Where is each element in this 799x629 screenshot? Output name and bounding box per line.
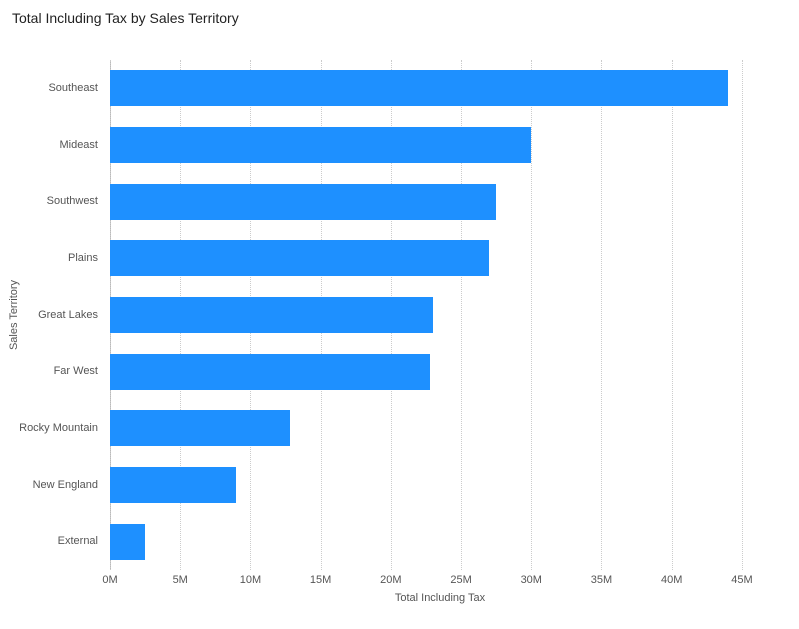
y-tick-label: Southeast (0, 60, 104, 117)
bar[interactable] (110, 467, 236, 503)
x-tick-label: 40M (661, 574, 682, 586)
bar-row (110, 343, 770, 400)
bar-row (110, 60, 770, 117)
bar[interactable] (110, 240, 489, 276)
x-tick-label: 30M (521, 574, 542, 586)
y-tick-label: New England (0, 457, 104, 514)
x-tick-label: 5M (173, 574, 188, 586)
bar[interactable] (110, 354, 430, 390)
bar[interactable] (110, 524, 145, 560)
y-tick-label: Far West (0, 343, 104, 400)
x-axis-title: Total Including Tax (110, 592, 770, 604)
bar-row (110, 457, 770, 514)
y-tick-label: Mideast (0, 117, 104, 174)
y-tick-label: Southwest (0, 173, 104, 230)
x-tick-label: 45M (731, 574, 752, 586)
x-tick-label: 25M (450, 574, 471, 586)
bar[interactable] (110, 184, 496, 220)
y-tick-label: Great Lakes (0, 287, 104, 344)
x-axis-ticks: 0M5M10M15M20M25M30M35M40M45M (110, 570, 770, 590)
bar-row (110, 230, 770, 287)
bar-row (110, 173, 770, 230)
y-tick-label: Rocky Mountain (0, 400, 104, 457)
chart-title: Total Including Tax by Sales Territory (0, 0, 799, 26)
bar-row (110, 287, 770, 344)
plot-area (110, 60, 770, 570)
y-tick-label: Plains (0, 230, 104, 287)
x-tick-label: 35M (591, 574, 612, 586)
x-tick-label: 20M (380, 574, 401, 586)
bars-layer (110, 60, 770, 570)
x-tick-label: 10M (240, 574, 261, 586)
bar-row (110, 513, 770, 570)
bar[interactable] (110, 127, 531, 163)
bar[interactable] (110, 297, 433, 333)
bar[interactable] (110, 410, 290, 446)
x-tick-label: 0M (102, 574, 117, 586)
y-tick-label: External (0, 513, 104, 570)
bar-row (110, 400, 770, 457)
x-tick-label: 15M (310, 574, 331, 586)
y-axis-labels: SoutheastMideastSouthwestPlainsGreat Lak… (0, 60, 104, 570)
chart-container: Sales Territory SoutheastMideastSouthwes… (0, 40, 799, 629)
bar-row (110, 117, 770, 174)
bar[interactable] (110, 70, 728, 106)
